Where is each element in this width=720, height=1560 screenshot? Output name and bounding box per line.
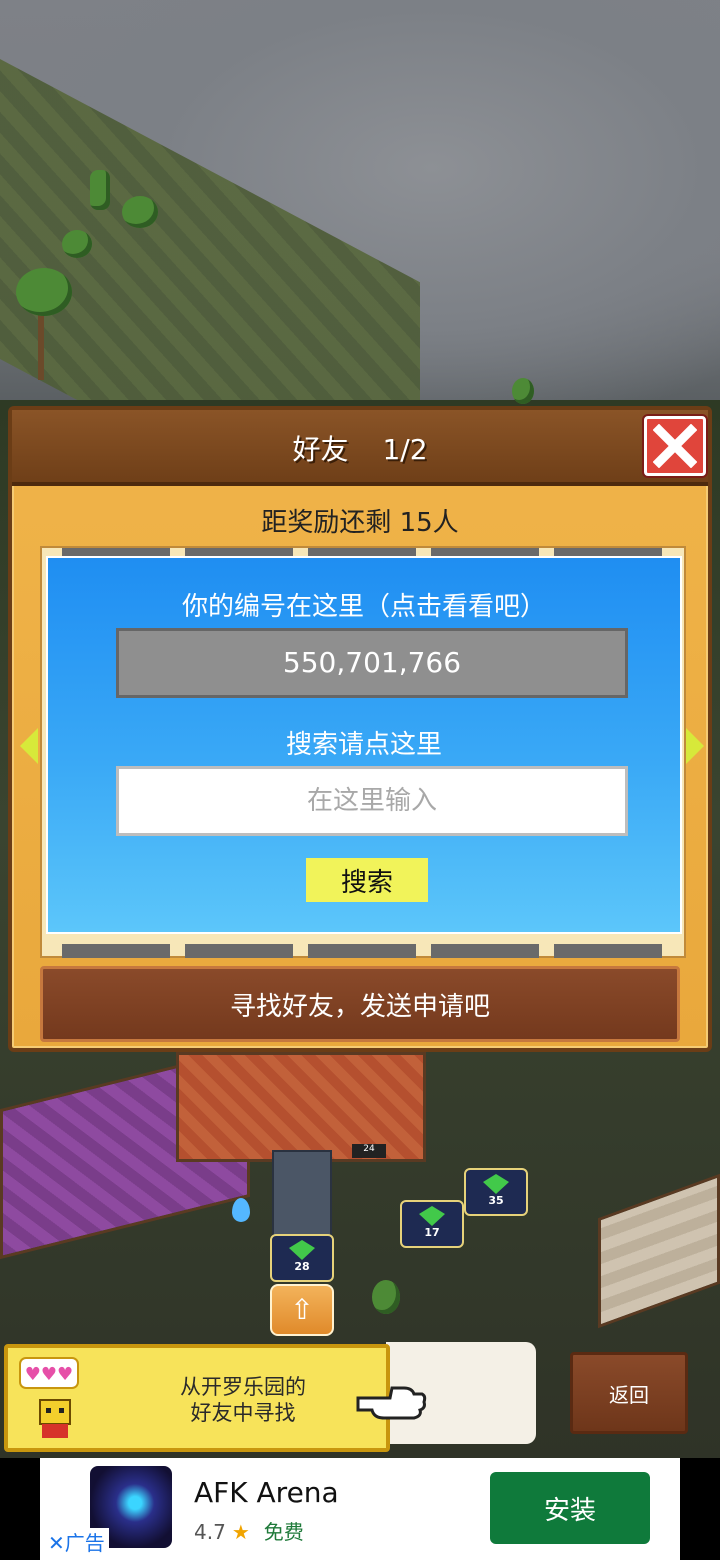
ad-title: AFK Arena	[194, 1476, 339, 1509]
close-button[interactable]	[644, 416, 706, 476]
notice-text: 从开罗乐园的 好友中寻找	[108, 1374, 378, 1426]
back-button[interactable]: 返回	[570, 1352, 688, 1434]
id-prompt: 你的编号在这里（点击看看吧）	[181, 592, 546, 622]
arrow-right-icon[interactable]	[686, 728, 704, 764]
dialog-titlebar: 好友 1/2	[12, 410, 708, 486]
friends-dialog: 好友 1/2 距奖励还剩 15人 你的编号在这里（点击看看吧） 550,701,7…	[8, 406, 712, 1052]
tree	[62, 230, 92, 258]
palm-tree	[16, 268, 72, 316]
gem-icon	[289, 1240, 315, 1260]
tree	[122, 196, 158, 228]
panel-frame: 你的编号在这里（点击看看吧） 550,701,766 搜索请点这里 搜索	[40, 546, 686, 958]
ad-card[interactable]: AFK Arena 4.7 ★ 免费 安装	[40, 1458, 680, 1560]
water-drop-icon	[232, 1198, 250, 1222]
ad-rating: 4.7 ★ 免费	[194, 1516, 304, 1545]
arrow-left-icon[interactable]	[20, 728, 38, 764]
star-icon: ★	[231, 1520, 250, 1544]
svg-text:♥♥♥: ♥♥♥	[25, 1364, 73, 1385]
notice-banner[interactable]: ♥♥♥ 从开罗乐园的 好友中寻找	[4, 1344, 390, 1452]
notice-line-1: 从开罗乐园的	[180, 1375, 306, 1399]
search-button[interactable]: 搜索	[306, 858, 428, 902]
gem-badge[interactable]: 28	[270, 1234, 334, 1282]
room-sign: 24	[352, 1144, 386, 1158]
gem-badge-value: 28	[294, 1260, 310, 1273]
mascot-icon: ♥♥♥	[19, 1357, 79, 1438]
page-indicator: 1/2	[382, 433, 428, 466]
gem-icon	[419, 1206, 445, 1226]
frame-tabs-bottom	[62, 944, 662, 958]
frame-tabs-top	[62, 548, 662, 556]
search-input[interactable]	[116, 766, 628, 836]
cactus	[90, 170, 110, 210]
ad-price: 免费	[263, 1520, 304, 1544]
notice-line-2: 好友中寻找	[190, 1401, 296, 1425]
dialog-title-text: 好友	[292, 433, 349, 466]
pointing-hand-icon	[356, 1386, 427, 1420]
find-friends-button[interactable]: 寻找好友，发送申请吧	[40, 966, 680, 1042]
reward-remaining-text: 距奖励还剩 15人	[261, 508, 459, 538]
gem-icon	[483, 1174, 509, 1194]
ad-tag-label: 广告	[64, 1531, 105, 1555]
rating-value: 4.7	[194, 1520, 226, 1544]
gem-badge-value: 35	[488, 1194, 504, 1207]
gem-badge[interactable]: 35	[464, 1168, 528, 1216]
close-ad-icon[interactable]: ✕	[48, 1531, 65, 1555]
red-room	[176, 1052, 426, 1162]
friend-search-panel: 你的编号在这里（点击看看吧） 550,701,766 搜索请点这里 搜索	[46, 556, 682, 934]
ad-tag[interactable]: ✕广告	[44, 1528, 109, 1558]
upgrade-arrow-icon[interactable]: ⇧	[270, 1284, 334, 1336]
player-id-box[interactable]: 550,701,766	[116, 628, 628, 698]
shrub	[372, 1280, 400, 1314]
dialog-title: 好友 1/2	[12, 428, 708, 468]
ad-bar: AFK Arena 4.7 ★ 免费 安装 ✕广告	[0, 1458, 720, 1560]
tree	[512, 378, 534, 404]
tower	[272, 1150, 332, 1240]
gem-badge[interactable]: 17	[400, 1200, 464, 1248]
gem-badge-value: 17	[424, 1226, 440, 1239]
search-prompt: 搜索请点这里	[285, 730, 442, 760]
close-icon	[653, 424, 697, 468]
install-button[interactable]: 安装	[490, 1472, 650, 1544]
